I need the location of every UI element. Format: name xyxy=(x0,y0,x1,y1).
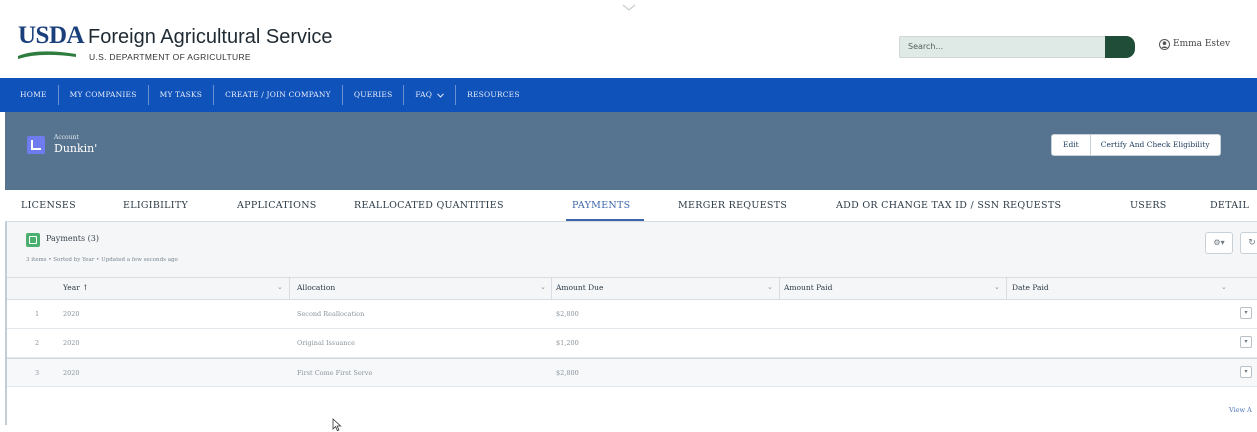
certify-eligibility-button[interactable]: Certify And Check Eligibility xyxy=(1090,134,1221,156)
nav-item-my-companies[interactable]: MY COMPANIES xyxy=(59,85,149,105)
column-header-allocation[interactable]: Allocation xyxy=(297,283,335,292)
cell-year: 2020 xyxy=(63,369,80,377)
row-number: 3 xyxy=(35,369,40,377)
nav-item-faq[interactable]: FAQ xyxy=(404,85,457,105)
main-nav: HOME MY COMPANIES MY TASKS CREATE / JOIN… xyxy=(0,78,1257,112)
list-title[interactable]: Payments (3) xyxy=(46,234,99,243)
gear-icon[interactable]: ⚙▾ xyxy=(1205,232,1233,254)
chevron-down-icon[interactable]: ⌄ xyxy=(540,283,546,291)
list-header: Payments (3) 3 items • Sorted by Year • … xyxy=(7,222,1257,278)
cell-amount-due: $1,200 xyxy=(556,339,579,347)
tab-licenses[interactable]: LICENSES xyxy=(21,200,76,211)
tab-applications[interactable]: APPLICATIONS xyxy=(237,200,317,211)
column-divider xyxy=(289,278,290,300)
chevron-down-icon[interactable]: ⌄ xyxy=(1221,283,1227,291)
record-tabs: LICENSES ELIGIBILITY APPLICATIONS REALLO… xyxy=(5,190,1257,222)
column-divider xyxy=(1006,278,1007,300)
record-type-label: Account xyxy=(54,134,79,141)
column-divider xyxy=(551,278,552,300)
cell-allocation[interactable]: Original Issuance xyxy=(297,339,355,347)
chevron-down-icon[interactable] xyxy=(622,4,636,12)
dropdown-icon[interactable]: ▾ xyxy=(1240,336,1252,348)
account-icon xyxy=(27,136,45,154)
edit-button[interactable]: Edit xyxy=(1051,134,1091,156)
usda-logo-text: USDA xyxy=(18,22,85,49)
usda-logo[interactable]: USDA xyxy=(18,22,85,59)
record-header: Account Dunkin' Edit Certify And Check E… xyxy=(5,112,1257,190)
dropdown-icon[interactable]: ▾ xyxy=(1240,366,1252,378)
cell-year: 2020 xyxy=(63,310,80,318)
dropdown-icon[interactable]: ▾ xyxy=(1240,307,1252,319)
search-input[interactable]: Search... xyxy=(899,36,1109,58)
refresh-icon[interactable]: ↻ xyxy=(1240,232,1257,254)
agency-department: U.S. DEPARTMENT OF AGRICULTURE xyxy=(89,52,251,62)
tab-payments[interactable]: PAYMENTS xyxy=(572,200,631,211)
chevron-down-icon xyxy=(437,92,445,98)
site-search: Search... xyxy=(899,36,1135,58)
table-row[interactable]: 3 2020 First Come First Serve $2,800 ▾ xyxy=(7,358,1257,387)
tab-merger-requests[interactable]: MERGER REQUESTS xyxy=(678,200,787,211)
user-menu[interactable]: Emma Estev xyxy=(1173,39,1230,49)
tab-tax-id-ssn-requests[interactable]: ADD OR CHANGE TAX ID / SSN REQUESTS xyxy=(836,200,1061,211)
nav-item-create-join-company[interactable]: CREATE / JOIN COMPANY xyxy=(214,85,343,105)
table-row[interactable]: 2 2020 Original Issuance $1,200 ▾ xyxy=(7,329,1257,358)
site-header: USDA Foreign Agricultural Service U.S. D… xyxy=(0,0,1257,78)
column-header-year[interactable]: Year ↑ xyxy=(63,283,88,292)
nav-item-resources[interactable]: RESOURCES xyxy=(456,85,531,105)
user-icon xyxy=(1159,39,1170,50)
cell-year: 2020 xyxy=(63,339,80,347)
payments-related-list: Payments (3) 3 items • Sorted by Year • … xyxy=(5,222,1257,425)
cell-amount-due: $2,800 xyxy=(556,310,579,318)
table-header: Year ↑ ⌄ Allocation ⌄ Amount Due ⌄ Amoun… xyxy=(7,278,1257,300)
column-header-amount-due[interactable]: Amount Due xyxy=(556,283,603,292)
record-name: Dunkin' xyxy=(54,142,98,155)
search-button[interactable] xyxy=(1105,36,1135,58)
usda-swoosh-icon xyxy=(18,51,76,59)
column-header-date-paid[interactable]: Date Paid xyxy=(1012,283,1049,292)
chevron-down-icon[interactable]: ⌄ xyxy=(994,283,1000,291)
payments-icon xyxy=(26,233,40,247)
record-actions: Edit Certify And Check Eligibility xyxy=(1051,134,1221,156)
column-divider xyxy=(779,278,780,300)
cell-amount-due: $2,800 xyxy=(556,369,579,377)
nav-item-my-tasks[interactable]: MY TASKS xyxy=(149,85,215,105)
active-tab-indicator xyxy=(566,219,644,221)
chevron-down-icon[interactable]: ⌄ xyxy=(277,283,283,291)
row-number: 2 xyxy=(35,339,40,347)
table-row[interactable]: 1 2020 Second Reallocation $2,800 ▾ xyxy=(7,300,1257,329)
tab-users[interactable]: USERS xyxy=(1130,200,1167,211)
cell-allocation[interactable]: Second Reallocation xyxy=(297,310,364,318)
list-meta: 3 items • Sorted by Year • Updated a few… xyxy=(26,257,178,263)
chevron-down-icon[interactable]: ⌄ xyxy=(767,283,773,291)
column-header-amount-paid[interactable]: Amount Paid xyxy=(784,283,832,292)
agency-name[interactable]: Foreign Agricultural Service xyxy=(88,26,333,48)
tab-reallocated-quantities[interactable]: REALLOCATED QUANTITIES xyxy=(354,200,504,211)
cell-allocation[interactable]: First Come First Serve xyxy=(297,369,372,377)
row-number: 1 xyxy=(35,310,40,318)
view-all-link[interactable]: View A xyxy=(1229,406,1252,414)
nav-item-home[interactable]: HOME xyxy=(20,85,59,105)
tab-details[interactable]: DETAIL xyxy=(1210,200,1249,211)
tab-eligibility[interactable]: ELIGIBILITY xyxy=(123,200,188,211)
nav-item-queries[interactable]: QUERIES xyxy=(343,85,405,105)
